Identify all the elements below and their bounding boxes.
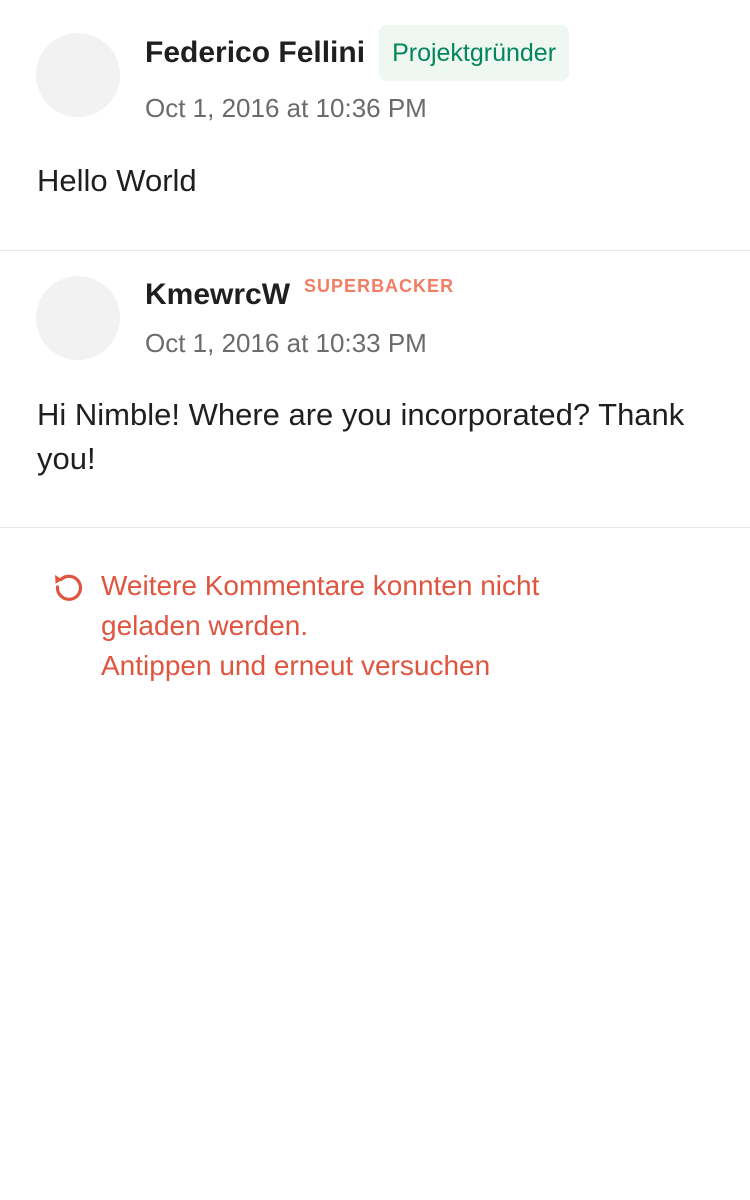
comment-timestamp: Oct 1, 2016 at 10:33 PM <box>145 328 427 358</box>
comment-timestamp: Oct 1, 2016 at 10:36 PM <box>145 93 427 123</box>
avatar[interactable] <box>36 276 120 360</box>
creator-badge: Projektgründer <box>379 25 570 81</box>
author-name[interactable]: KmewrcW <box>145 278 290 312</box>
author-name[interactable]: Federico Fellini <box>145 36 365 70</box>
comment-item: KmewrcW SUPERBACKER Oct 1, 2016 at 10:33… <box>0 251 750 528</box>
comment-header: Federico Fellini Projektgründer <box>145 25 570 81</box>
avatar[interactable] <box>36 33 120 117</box>
error-line-2: geladen werden. <box>101 610 309 641</box>
comment-item: Federico Fellini Projektgründer Oct 1, 2… <box>0 0 750 251</box>
retry-link[interactable]: Antippen und erneut versuchen <box>101 646 661 686</box>
retry-icon[interactable] <box>52 570 86 604</box>
error-line-1: Weitere Kommentare konnten nicht <box>101 570 540 601</box>
error-message[interactable]: Weitere Kommentare konnten nicht geladen… <box>101 566 661 686</box>
comment-header: KmewrcW SUPERBACKER <box>145 273 454 317</box>
comment-body: Hi Nimble! Where are you incorporated? T… <box>37 397 685 476</box>
comment-body: Hello World <box>37 163 197 198</box>
superbacker-badge: SUPERBACKER <box>304 275 455 296</box>
